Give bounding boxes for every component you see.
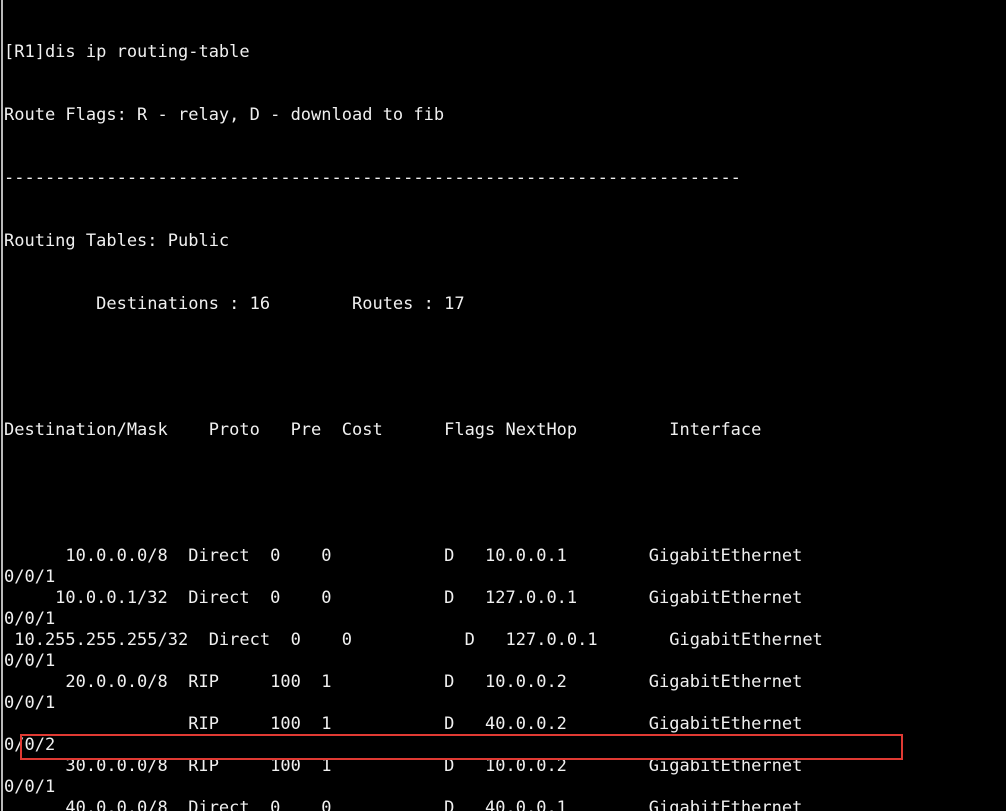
command-prompt-line: [R1]dis ip routing-table (4, 42, 250, 62)
window-left-border (1, 0, 3, 811)
table-row-wrap: 0/0/2 (4, 735, 56, 755)
table-row-wrap: 0/0/1 (4, 693, 56, 713)
route-rows-container: 10.0.0.0/8 Direct 0 0 D 10.0.0.1 Gigabit… (4, 546, 1004, 811)
separator-line: ----------------------------------------… (4, 168, 741, 188)
terminal-output: [R1]dis ip routing-table Route Flags: R … (4, 0, 1004, 811)
table-row-wrap: 0/0/1 (4, 651, 56, 671)
table-row: RIP 100 1 D 40.0.0.2 GigabitEthernet (4, 714, 803, 734)
blank-line-1 (4, 357, 1004, 378)
blank-line-2 (4, 483, 1004, 504)
table-row: 30.0.0.0/8 RIP 100 1 D 10.0.0.2 GigabitE… (4, 756, 803, 776)
table-row-wrap: 0/0/1 (4, 567, 56, 587)
table-row-wrap: 0/0/1 (4, 777, 56, 797)
summary-line: Destinations : 16 Routes : 17 (4, 294, 465, 314)
table-header-line: Destination/Mask Proto Pre Cost Flags Ne… (4, 420, 762, 440)
table-row: 20.0.0.0/8 RIP 100 1 D 10.0.0.2 GigabitE… (4, 672, 803, 692)
table-row: 10.255.255.255/32 Direct 0 0 D 127.0.0.1… (4, 630, 823, 650)
routing-tables-line: Routing Tables: Public (4, 231, 230, 251)
table-row: 40.0.0.0/8 Direct 0 0 D 40.0.0.1 Gigabit… (4, 798, 803, 811)
table-row: 10.0.0.0/8 Direct 0 0 D 10.0.0.1 Gigabit… (4, 546, 803, 566)
route-flags-line: Route Flags: R - relay, D - download to … (4, 105, 445, 125)
terminal-window[interactable]: [R1]dis ip routing-table Route Flags: R … (0, 0, 1006, 811)
table-row-wrap: 0/0/1 (4, 609, 56, 629)
table-row: 10.0.0.1/32 Direct 0 0 D 127.0.0.1 Gigab… (4, 588, 803, 608)
